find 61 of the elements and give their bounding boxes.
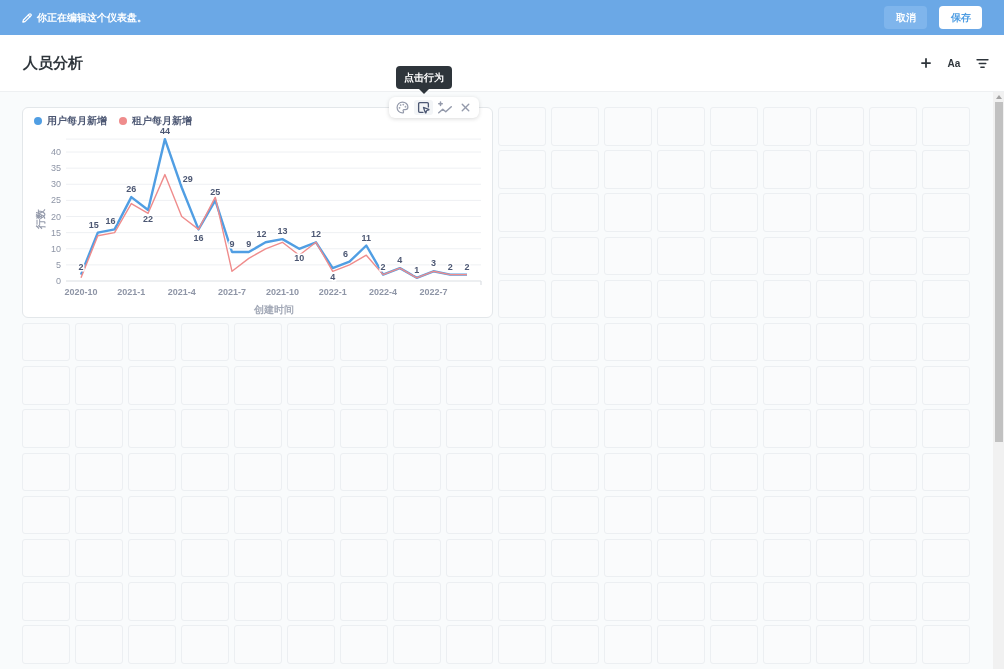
data-label: 2 [380, 261, 386, 272]
palette-icon [396, 101, 410, 114]
y-axis-title: 行数 [35, 208, 46, 229]
pencil-icon [22, 12, 32, 23]
data-label: 12 [256, 229, 267, 240]
data-label: 13 [277, 226, 288, 237]
y-tick-label: 15 [51, 227, 61, 238]
data-label: 16 [105, 216, 116, 227]
data-label: 11 [361, 232, 372, 243]
save-button[interactable]: 保存 [939, 6, 982, 29]
x-tick-label: 2022-1 [318, 287, 347, 297]
x-tick-label: 2021-10 [265, 287, 299, 297]
scrollbar-thumb[interactable] [994, 102, 1003, 442]
data-label: 15 [88, 219, 99, 230]
filter-icon [975, 56, 989, 70]
cursor-square-icon [417, 101, 431, 114]
legend-label: 租户每月新增 [132, 114, 192, 127]
data-label: 9 [246, 239, 252, 249]
x-tick-label: 2022-4 [369, 287, 398, 297]
x-tick-label: 2021-7 [218, 287, 247, 297]
data-label: 44 [159, 128, 170, 137]
data-label: 12 [310, 229, 321, 240]
y-tick-label: 20 [51, 211, 61, 222]
tooltip-pointer-icon [419, 89, 429, 94]
data-label: 4 [330, 272, 336, 283]
x-tick-label: 2022-7 [419, 287, 448, 297]
x-tick-label: 2021-1 [117, 287, 146, 297]
data-label: 3 [430, 258, 436, 269]
y-tick-label: 5 [56, 259, 61, 270]
dashboard-title: 人员分析 [23, 54, 83, 72]
data-label: 1 [414, 264, 420, 275]
data-label: 2 [464, 261, 470, 272]
x-tick-label: 2020-10 [64, 287, 98, 297]
sparkle-line-icon [438, 101, 452, 114]
data-label: 9 [229, 239, 235, 249]
data-label: 25 [210, 187, 221, 198]
y-tick-label: 30 [51, 179, 61, 190]
data-label: 26 [126, 184, 137, 195]
data-label: 2 [78, 261, 84, 272]
y-tick-label: 35 [51, 163, 61, 174]
y-tick-label: 10 [51, 243, 61, 254]
cancel-button[interactable]: 取消 [884, 6, 927, 29]
y-tick-label: 40 [51, 147, 61, 157]
data-label: 29 [182, 174, 193, 185]
x-axis-title: 创建时间 [254, 304, 294, 315]
data-label: 22 [143, 214, 154, 225]
tooltip: 点击行为 [396, 66, 452, 89]
data-label: 2 [447, 261, 453, 272]
data-label: 16 [193, 233, 204, 244]
legend-label: 用户每月新增 [47, 114, 107, 127]
scroll-up-arrow-icon [995, 95, 1002, 99]
y-tick-label: 25 [51, 195, 61, 206]
data-label: 4 [397, 255, 403, 266]
y-tick-label: 0 [56, 276, 61, 286]
data-label: 6 [343, 248, 349, 259]
click-behavior-button[interactable] [414, 100, 434, 115]
text-card-button[interactable]: Aa [944, 53, 964, 73]
edit-message: 你正在编辑这个仪表盘。 [37, 11, 147, 24]
x-tick-label: 2021-4 [167, 287, 196, 297]
plus-icon [919, 56, 933, 70]
data-label: 10 [294, 252, 305, 263]
